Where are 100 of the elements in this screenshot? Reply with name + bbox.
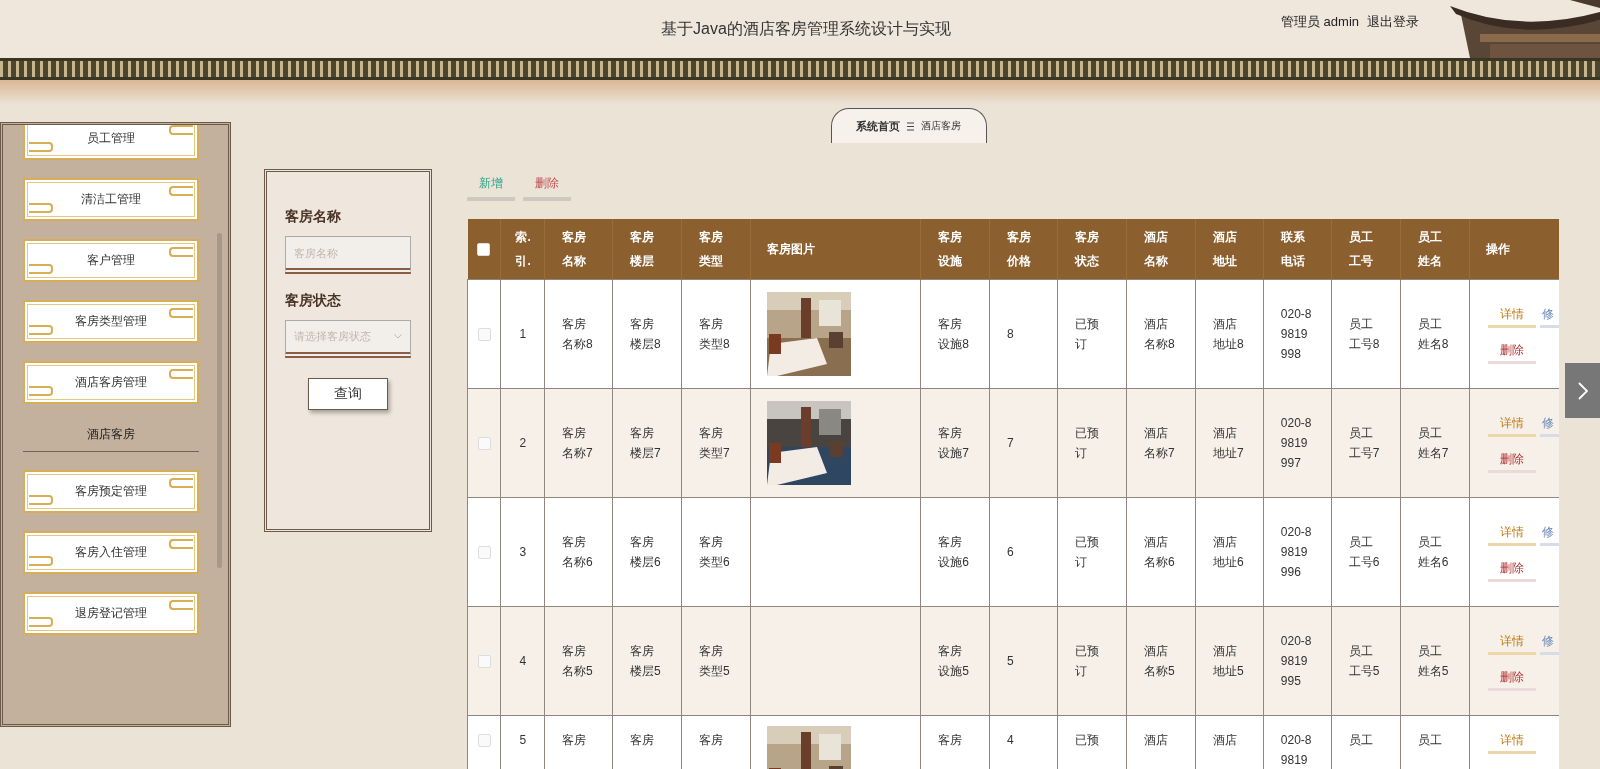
menu-item[interactable]: 退房登记管理 [23,592,199,635]
table-cell: 客房类型5 [698,644,730,678]
checkbox[interactable] [477,328,491,342]
column-header: 联系电话 [1263,219,1332,280]
chevron-down-icon [394,334,402,339]
logout-link[interactable]: 退出登录 [1367,13,1420,31]
table-cell: 1 [519,327,527,341]
table-cell: 020-89819998 [1280,307,1312,361]
table-cell: 客房楼层7 [629,426,661,460]
delete-button[interactable]: 删除 [1487,340,1536,364]
edit-button[interactable]: 修 [1539,522,1559,546]
menu-item[interactable]: 清洁工管理 [23,178,199,221]
column-header: 酒店名称 [1126,219,1196,280]
table-cell: 4 [1007,733,1014,747]
table-cell: 酒店地址8 [1212,317,1244,351]
checkbox[interactable] [477,655,491,669]
checkbox[interactable] [477,546,491,560]
query-button[interactable]: 查询 [308,378,388,410]
table-cell: 员工 [1417,733,1442,747]
table-cell: 020-89819 [1280,733,1312,767]
column-header: 酒店地址 [1195,219,1264,280]
table-cell: 已预订 [1075,535,1099,569]
column-header: 索.引. [500,219,545,280]
column-header: 客房设施 [920,219,990,280]
table-cell: 员工工号7 [1348,426,1380,460]
chevron-right-icon [1577,381,1588,400]
table-cell: 酒店名称5 [1143,644,1175,678]
table-cell: 5 [1007,654,1014,668]
breadcrumb-link[interactable]: 酒店客房 [921,119,961,133]
menu-item[interactable]: 客房入住管理 [23,531,199,574]
table-cell: 4 [519,654,527,668]
table-cell: 已预订 [1075,426,1099,460]
table-cell: 客房 [629,733,654,747]
checkbox[interactable] [477,734,491,748]
delete-button[interactable]: 删除 [523,170,571,201]
column-header: 客房图片 [750,219,921,280]
user-name: 管理员 admin [1281,13,1360,31]
menu-item[interactable]: 员工管理 [23,125,199,160]
scrollbar[interactable] [217,233,222,568]
next-arrow-button[interactable] [1565,363,1600,418]
table-cell: 客房设施6 [938,535,969,569]
table-cell: 酒店名称8 [1143,317,1175,351]
field-label: 客房名称 [285,208,341,226]
table-cell: 员工姓名6 [1417,535,1449,569]
menu-item[interactable]: 客房类型管理 [23,300,199,343]
table-cell: 客房设施7 [938,426,969,460]
table-cell: 客房楼层6 [629,535,661,569]
table-cell: 已预订 [1075,644,1099,678]
table-cell: 020-89819995 [1280,634,1312,688]
delete-button[interactable]: 删除 [1487,558,1536,582]
table-cell: 酒店地址7 [1212,426,1244,460]
table-cell: 5 [519,733,527,747]
field-label: 客房状态 [285,292,341,310]
table-cell: 客房 [938,733,963,747]
table-cell: 客房名称6 [562,535,593,569]
table-cell: 酒店地址5 [1212,644,1244,678]
menu-item[interactable]: 客户管理 [23,239,199,282]
table-cell: 客房名称7 [562,426,593,460]
column-header: 客房类型 [681,219,751,280]
table-cell: 员工工号8 [1348,317,1380,351]
table-cell: 酒店 [1143,733,1168,747]
table-cell: 客房 [698,733,723,747]
table-cell: 员工姓名8 [1417,317,1449,351]
table-cell: 客房名称8 [562,317,593,351]
table-cell: 员工工号5 [1348,644,1380,678]
edit-button[interactable]: 修 [1539,304,1559,328]
delete-button[interactable]: 删除 [1487,667,1536,691]
detail-button[interactable]: 详情 [1487,522,1536,546]
menu-item[interactable]: 酒店客房管理 [23,361,199,404]
table-cell: 酒店名称6 [1143,535,1175,569]
page-title: 基于Java的酒店客房管理系统设计与实现 [661,18,951,39]
column-header: 客房楼层 [612,219,682,280]
separator-icon [907,121,914,131]
table-cell: 020-89819997 [1280,416,1312,470]
breadcrumb-link[interactable]: 系统首页 [856,118,900,134]
delete-button[interactable]: 删除 [1487,449,1536,473]
column-header: 客房状态 [1057,219,1127,280]
column-header: 客房价格 [989,219,1058,280]
column-header: 操作 [1469,219,1559,280]
table-cell: 6 [1007,545,1014,559]
checkbox[interactable] [477,243,491,257]
detail-button[interactable]: 详情 [1487,304,1536,328]
table-cell: 已预订 [1075,317,1099,351]
table-cell: 员工工号6 [1348,535,1380,569]
table-cell: 酒店名称7 [1143,426,1175,460]
menu-item[interactable]: 客房预定管理 [23,470,199,513]
table-cell: 客房类型7 [698,426,730,460]
table-cell: 2 [519,436,527,450]
table-cell: 8 [1007,327,1014,341]
checkbox[interactable] [477,437,491,451]
submenu-item[interactable]: 酒店客房 [23,414,199,452]
table-cell: 3 [519,545,527,559]
table-cell: 客房类型6 [698,535,730,569]
table-cell: 员工姓名5 [1417,644,1449,678]
table-cell: 酒店地址6 [1212,535,1244,569]
table-cell: 客房楼层8 [629,317,661,351]
column-header: 员工姓名 [1400,219,1470,280]
table-cell: 客房名称5 [562,644,593,678]
table-cell: 酒店 [1212,733,1237,747]
table-cell: 员工 [1348,733,1373,747]
